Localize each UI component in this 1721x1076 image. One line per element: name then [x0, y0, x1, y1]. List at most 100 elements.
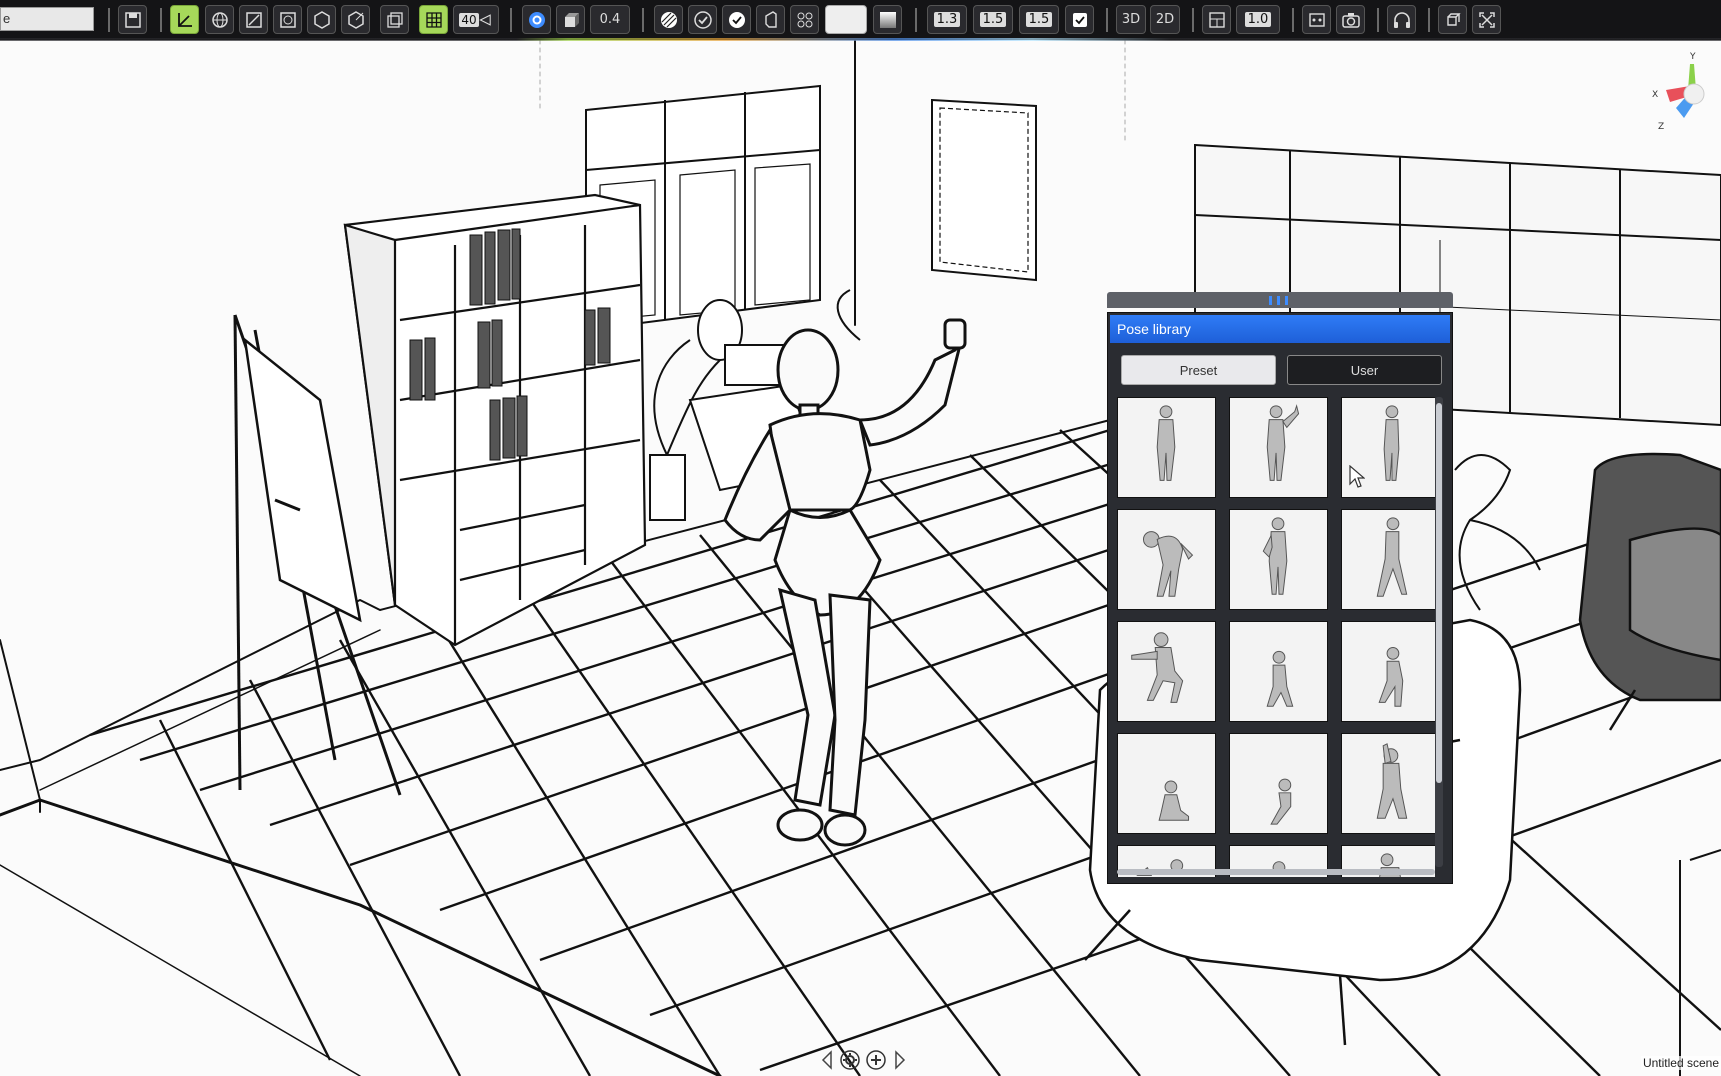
line-value-1-button[interactable]: 1.3	[927, 5, 967, 34]
fit-view-button[interactable]	[273, 5, 302, 34]
rotate-gizmo-button[interactable]	[205, 5, 234, 34]
pose-library-panel: Pose library Preset User	[1107, 292, 1453, 884]
line-value-2-button[interactable]: 1.5	[973, 5, 1013, 34]
toolbar-separator	[160, 8, 162, 32]
gradient-swatch-icon	[879, 11, 896, 28]
gizmo-x-label: X	[1652, 90, 1659, 100]
scale-value: 1.0	[1244, 12, 1272, 27]
pose-library-title[interactable]: Pose library	[1110, 315, 1450, 343]
toolbar-separator	[1292, 8, 1294, 32]
pose-thumbnail[interactable]	[1341, 733, 1435, 834]
pivot-icon	[347, 10, 364, 29]
pose-thumbnail[interactable]	[1117, 509, 1216, 610]
pose-thumbnail[interactable]	[1229, 733, 1328, 834]
nav-prev-button[interactable]	[818, 1049, 835, 1071]
pose-figure-seated-floor	[1270, 778, 1292, 825]
audio-button[interactable]	[1387, 5, 1416, 34]
view-3d-label: 3D	[1121, 12, 1141, 27]
pose-thumbnail[interactable]	[1117, 621, 1216, 722]
globe-rotate-icon	[211, 11, 228, 28]
scene-name-field[interactable]: e	[0, 7, 94, 31]
pattern-icon	[797, 12, 812, 27]
pose-thumbnail[interactable]	[1341, 621, 1435, 722]
pose-figure-standing	[1156, 405, 1176, 481]
wireframe-cube-button[interactable]	[380, 5, 409, 34]
pose-thumbnail[interactable]	[1229, 509, 1328, 610]
pose-thumbnail-grid	[1117, 397, 1435, 877]
pivot-button[interactable]	[341, 5, 370, 34]
panel-drag-handle[interactable]	[1107, 292, 1453, 308]
view-2d-button[interactable]: 2D	[1150, 5, 1180, 34]
orientation-gizmo[interactable]: Y X Z	[1648, 50, 1716, 132]
camera-angle-value: 40	[459, 12, 479, 27]
pattern-button[interactable]	[790, 5, 819, 34]
object-transform-button[interactable]	[1438, 5, 1467, 34]
screenshot-button[interactable]	[1336, 5, 1365, 34]
nav-settings-button[interactable]	[839, 1049, 861, 1071]
axis-icon	[177, 12, 192, 27]
shading-cube-button[interactable]	[556, 5, 585, 34]
pose-library-hscrollbar[interactable]	[1117, 869, 1435, 875]
camera-angle-button[interactable]: 40	[453, 5, 499, 34]
tab-preset[interactable]: Preset	[1121, 355, 1276, 385]
panel-settings-icon	[1308, 12, 1325, 27]
scrollbar-thumb[interactable]	[1436, 403, 1442, 783]
check-layer-button[interactable]	[688, 5, 717, 34]
outline-toggle-button[interactable]	[522, 5, 551, 34]
grip-mark	[1269, 296, 1272, 305]
pose-figure-bending	[1142, 531, 1194, 597]
pose-figure-kneeling	[1158, 780, 1190, 821]
line-value-3: 1.5	[1025, 12, 1053, 27]
check-outline-button[interactable]	[722, 5, 751, 34]
grip-mark	[1285, 296, 1288, 305]
scale-value-button[interactable]: 1.0	[1236, 5, 1280, 34]
pose-figure-crouching	[1378, 647, 1404, 707]
line-value-2: 1.5	[979, 12, 1007, 27]
pose-thumbnail[interactable]	[1117, 733, 1216, 834]
cube-arrows-icon	[1446, 12, 1461, 26]
layout-button[interactable]	[1202, 5, 1231, 34]
viewport-3d-scene[interactable]	[0, 0, 1721, 1076]
thickness-value-button[interactable]: 0.4	[590, 5, 630, 34]
pose-thumbnail[interactable]	[1341, 509, 1435, 610]
main-toolbar: e 40 0.4 1.3 1.5 1.5 3D 2D 1.0	[0, 0, 1721, 40]
pose-thumbnail[interactable]	[1229, 397, 1328, 498]
grid-icon	[425, 11, 442, 28]
tab-user[interactable]: User	[1287, 355, 1442, 385]
transform-button[interactable]	[307, 5, 336, 34]
pose-thumbnail[interactable]	[1117, 397, 1216, 498]
perspective-box-icon	[764, 10, 777, 28]
camera-icon	[1341, 12, 1360, 28]
axis-toggle-button[interactable]	[170, 5, 199, 34]
layout-grid-icon	[1208, 11, 1225, 28]
grip-mark	[1277, 296, 1280, 305]
check-circle-icon	[693, 10, 712, 29]
fullscreen-button[interactable]	[1472, 5, 1501, 34]
shaded-cube-icon	[564, 12, 579, 27]
view-3d-button[interactable]: 3D	[1116, 5, 1146, 34]
perspective-button[interactable]	[756, 5, 785, 34]
gradient-swatch-button[interactable]	[873, 5, 902, 34]
toolbar-accent-bar	[0, 38, 1721, 41]
nav-add-button[interactable]	[865, 1049, 887, 1071]
save-scene-button[interactable]	[118, 5, 147, 34]
tone-button[interactable]	[654, 5, 683, 34]
cube-transform-icon	[313, 10, 330, 29]
save-icon	[124, 11, 141, 28]
nav-next-button[interactable]	[891, 1049, 908, 1071]
line-value-3-button[interactable]: 1.5	[1019, 5, 1059, 34]
pose-thumbnail[interactable]	[1229, 621, 1328, 722]
hatched-circle-icon	[660, 11, 677, 28]
settings-panel-button[interactable]	[1302, 5, 1331, 34]
chevron-left-icon	[821, 1050, 832, 1070]
apply-checkbox[interactable]	[1065, 5, 1094, 34]
viewport-nav-controls	[818, 1048, 908, 1072]
pose-library-scrollbar[interactable]	[1435, 397, 1443, 867]
background-color-swatch[interactable]	[825, 5, 867, 34]
gizmo-z-label: Z	[1658, 122, 1665, 132]
wireframe-cube-icon	[386, 11, 403, 28]
plus-circle-icon	[866, 1050, 886, 1070]
scale-gizmo-button[interactable]	[239, 5, 268, 34]
toolbar-separator	[1377, 8, 1379, 32]
grid-toggle-button[interactable]	[419, 5, 448, 34]
